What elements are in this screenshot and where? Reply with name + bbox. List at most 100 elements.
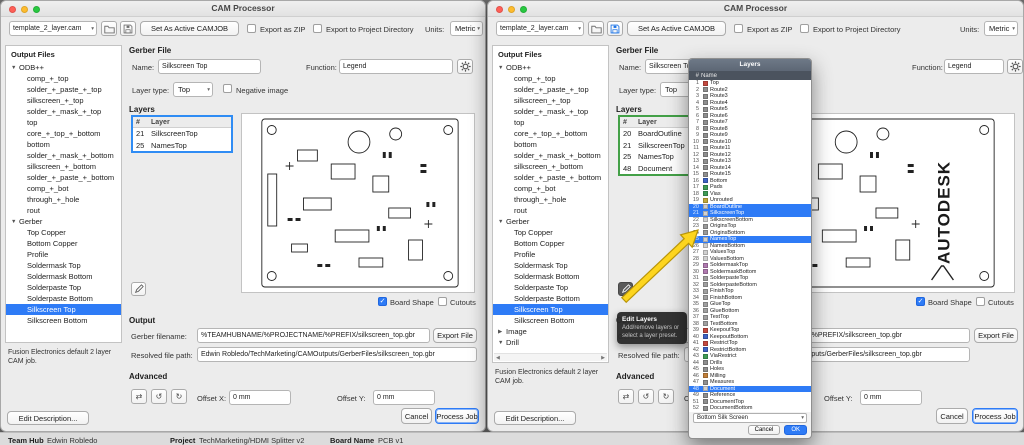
output-file-item[interactable]: solder_+_paste_+_top [6,84,121,95]
edit-description-button[interactable]: Edit Description... [494,411,576,425]
load-camjob-button[interactable] [101,21,117,36]
cutouts-checkbox[interactable] [438,297,447,306]
output-file-item[interactable]: ▼ Gerber [6,216,121,227]
output-file-item[interactable]: ▼ Gerber [493,216,608,227]
set-active-camjob-button[interactable]: Set As Active CAMJOB [627,21,726,36]
layer-type-select[interactable]: Top▾ [173,82,213,97]
offset-y-input[interactable]: 0 mm [860,390,922,405]
output-file-item[interactable]: silkscreen_+_bottom [493,161,608,172]
layer-option[interactable]: 52 DocumentBottom [689,405,811,412]
output-file-item[interactable]: solder_+_mask_+_bottom [493,150,608,161]
layer-preset-select[interactable]: Bottom Silk Screen▾ [693,413,807,423]
units-select[interactable]: Metric▾ [984,21,1018,36]
tree-expander-icon[interactable]: ▼ [498,340,506,346]
sidebar-scrollbar[interactable]: ◀ ▶ [494,353,607,361]
titlebar[interactable]: CAM Processor [1,1,485,17]
output-file-item[interactable]: solder_+_paste_+_bottom [493,172,608,183]
output-file-item[interactable]: solder_+_mask_+_bottom [6,150,121,161]
output-file-item[interactable]: silkscreen_+_top [493,95,608,106]
function-settings-button[interactable] [1007,59,1023,74]
edit-layers-button[interactable] [618,282,633,296]
output-file-item[interactable]: Solderpaste Bottom [6,293,121,304]
output-file-item[interactable]: solder_+_paste_+_bottom [6,172,121,183]
zoom-button[interactable] [33,6,40,13]
output-file-item[interactable]: comp_+_bot [493,183,608,194]
rotate-cw-button[interactable]: ↻ [658,389,674,404]
output-file-item[interactable]: core_+_top_+_bottom [6,128,121,139]
resolved-path-input[interactable]: Edwin Robledo/TechMarketing/CAMOutputs/G… [197,347,477,362]
scroll-left-icon[interactable]: ◀ [496,355,500,361]
export-project-checkbox[interactable] [800,24,809,33]
board-shape-checkbox[interactable]: ✓ [916,297,925,306]
cutouts-checkbox[interactable] [976,297,985,306]
minimize-button[interactable] [21,6,28,13]
output-file-item[interactable]: comp_+_top [6,73,121,84]
export-file-button[interactable]: Export File [433,328,477,343]
close-button[interactable] [9,6,16,13]
load-camjob-button[interactable] [588,21,604,36]
set-active-camjob-button[interactable]: Set As Active CAMJOB [140,21,239,36]
layers-ok-button[interactable]: OK [784,425,807,435]
output-file-item[interactable]: top [493,117,608,128]
minimize-button[interactable] [508,6,515,13]
units-select[interactable]: Metric▾ [450,21,483,36]
tree-expander-icon[interactable]: ▼ [498,65,506,71]
tree-expander-icon[interactable]: ▶ [498,329,506,335]
export-zip-checkbox[interactable] [247,24,256,33]
name-input[interactable]: Silkscreen Top [158,59,261,74]
mirror-button[interactable]: ⇄ [618,389,634,404]
mirror-button[interactable]: ⇄ [131,389,147,404]
output-file-item[interactable]: Bottom Copper [6,238,121,249]
scroll-right-icon[interactable]: ▶ [601,355,605,361]
output-file-item[interactable]: through_+_hole [6,194,121,205]
offset-y-input[interactable]: 0 mm [373,390,435,405]
output-file-item[interactable]: Silkscreen Bottom [493,315,608,326]
output-file-item[interactable]: silkscreen_+_top [6,95,121,106]
output-file-item[interactable]: silkscreen_+_bottom [6,161,121,172]
pcb-preview[interactable] [241,113,475,293]
board-shape-checkbox[interactable]: ✓ [378,297,387,306]
function-settings-button[interactable] [457,59,473,74]
output-file-item[interactable]: Silkscreen Top [6,304,121,315]
output-file-item[interactable]: solder_+_paste_+_top [493,84,608,95]
output-file-item[interactable]: Bottom Copper [493,238,608,249]
output-file-item[interactable]: Soldermask Top [493,260,608,271]
output-file-item[interactable]: Top Copper [6,227,121,238]
negative-image-checkbox[interactable] [223,84,232,93]
rotate-cw-button[interactable]: ↻ [171,389,187,404]
cancel-button[interactable]: Cancel [401,408,432,424]
zoom-button[interactable] [520,6,527,13]
cancel-button[interactable]: Cancel [936,408,968,424]
output-file-item[interactable]: core_+_top_+_bottom [493,128,608,139]
edit-description-button[interactable]: Edit Description... [7,411,89,425]
layers-cancel-button[interactable]: Cancel [748,425,781,435]
layer-row[interactable]: 25NamesTop [133,140,231,152]
output-file-item[interactable]: Silkscreen Bottom [6,315,121,326]
tree-expander-icon[interactable]: ▼ [11,65,19,71]
process-job-button[interactable]: Process Job [435,408,479,424]
save-camjob-button[interactable] [120,21,136,36]
output-file-item[interactable]: rout [6,205,121,216]
save-camjob-button[interactable] [607,21,623,36]
output-file-item[interactable]: ▶ Image [493,326,608,337]
close-button[interactable] [496,6,503,13]
output-file-item[interactable]: comp_+_bot [6,183,121,194]
camjob-file-select[interactable]: template_2_layer.cam▾ [9,21,97,36]
output-file-item[interactable]: Solderpaste Top [6,282,121,293]
export-project-checkbox[interactable] [313,24,322,33]
rotate-ccw-button[interactable]: ↺ [151,389,167,404]
output-file-item[interactable]: Solderpaste Top [493,282,608,293]
output-file-item[interactable]: comp_+_top [493,73,608,84]
output-file-item[interactable]: Soldermask Bottom [493,271,608,282]
output-file-item[interactable]: rout [493,205,608,216]
offset-x-input[interactable]: 0 mm [229,390,291,405]
camjob-file-select[interactable]: template_2_layer.cam▾ [496,21,584,36]
output-file-item[interactable]: Profile [493,249,608,260]
output-file-item[interactable]: bottom [493,139,608,150]
output-file-item[interactable]: ▼ ODB++ [493,62,608,73]
output-file-item[interactable]: ▼ Drill [493,337,608,348]
output-file-item[interactable]: Solderpaste Bottom [493,293,608,304]
layer-row[interactable]: 21SilkscreenTop [133,128,231,140]
gerber-filename-input[interactable]: %TEAMHUBNAME/%PROJECTNAME/%PREFIX/silksc… [197,328,430,343]
rotate-ccw-button[interactable]: ↺ [638,389,654,404]
